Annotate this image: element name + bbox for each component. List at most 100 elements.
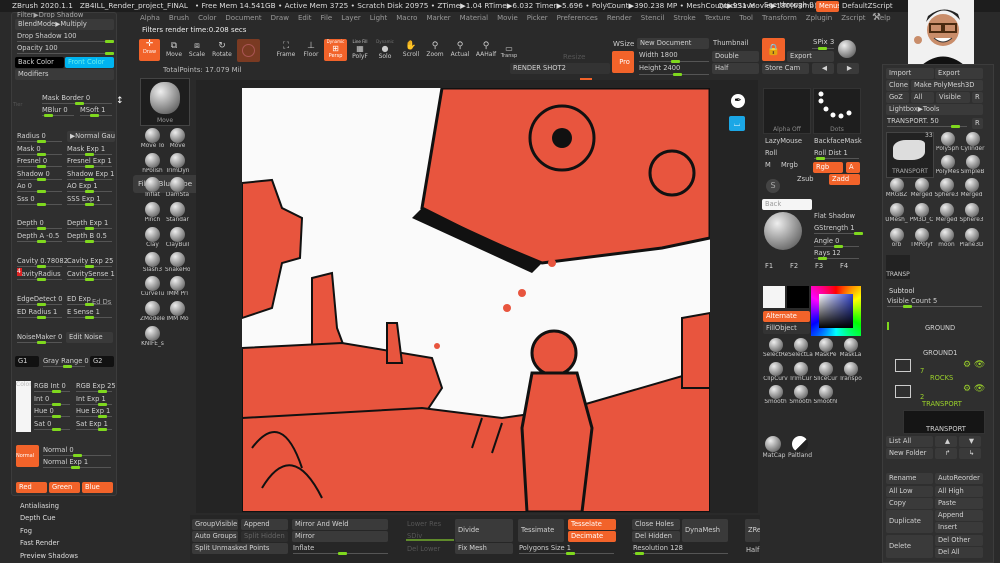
fix-mesh-button[interactable]: Fix Mesh <box>455 543 513 554</box>
slider-knob[interactable] <box>37 315 46 319</box>
opacity-slider-track[interactable] <box>17 52 114 55</box>
color-param-3-right-track[interactable] <box>76 427 112 431</box>
slider-knob[interactable] <box>37 202 46 206</box>
split-unmasked-button[interactable]: Split Unmasked Points <box>192 543 288 554</box>
roll-button[interactable]: Roll <box>765 148 777 158</box>
render-option-4[interactable]: Preview Shadows <box>20 551 78 561</box>
lock-icon[interactable]: 🔒 <box>762 38 785 61</box>
mblur-slider-track[interactable] <box>42 114 74 117</box>
g1-swatch[interactable]: G1 <box>15 356 39 367</box>
slider-knob[interactable] <box>338 552 347 555</box>
tool-item-1[interactable]: Cylinder <box>960 132 985 156</box>
cavity-param-1-left-track[interactable] <box>17 277 62 281</box>
menu-picker[interactable]: Picker <box>527 14 548 22</box>
filter-param-4-left-track[interactable] <box>17 190 62 193</box>
slider-knob[interactable] <box>63 365 72 368</box>
depth-param-1-left-track[interactable] <box>17 239 62 243</box>
normal-gauss-selector[interactable]: ▶Normal Gauss <box>67 131 115 142</box>
spotlight-icon[interactable]: S <box>766 179 780 193</box>
gear-icon[interactable]: ⚙ 👁 <box>963 384 985 394</box>
slider-knob[interactable] <box>98 427 107 431</box>
tool-2[interactable]: MaskPe <box>813 338 838 360</box>
rotate-button[interactable]: ↻ Rotate <box>211 41 233 58</box>
slider-knob[interactable] <box>85 239 94 243</box>
menu-edit[interactable]: Edit <box>298 14 312 22</box>
render-option-1[interactable]: Depth Cue <box>20 513 56 523</box>
front-color-button[interactable]: Front Color <box>65 57 114 68</box>
roll-dist-slider-track[interactable] <box>814 157 859 160</box>
tool-6[interactable]: SliceCur <box>813 361 838 384</box>
blendmode-selector[interactable]: BlendMode▶Multiply <box>15 19 114 30</box>
width-slider[interactable]: Width 1800 <box>639 50 678 60</box>
brush-11[interactable]: Slash3 <box>140 251 165 276</box>
filter-param-5-right-track[interactable] <box>67 202 112 206</box>
make-polymesh-button[interactable]: Make PolyMesh3D <box>911 80 983 91</box>
close-holes-button[interactable]: Close Holes <box>632 519 680 530</box>
brush-5[interactable]: Inflat <box>140 177 165 201</box>
color-param-2-right-track[interactable] <box>76 415 112 418</box>
tool-item-5[interactable]: Merged <box>909 178 934 202</box>
tool-7[interactable]: Transpo <box>838 361 863 384</box>
resize-button[interactable]: Resize <box>563 53 585 61</box>
move-down-button[interactable]: ▼ <box>959 436 981 447</box>
paste-button[interactable]: Paste <box>935 498 983 509</box>
slider-knob[interactable] <box>44 114 53 117</box>
color-param-2-left-track[interactable] <box>34 415 70 418</box>
move-up-button[interactable]: ▲ <box>935 436 957 447</box>
color-param-0-left-track[interactable] <box>34 390 70 393</box>
half-remesh-button[interactable]: Half <box>746 545 759 555</box>
tool-item-2[interactable]: PolyMes <box>935 155 960 179</box>
tool-1[interactable]: SelectLa <box>788 338 813 360</box>
brush-9[interactable]: Clay <box>140 226 165 251</box>
duplicate-button[interactable]: Duplicate <box>886 510 933 533</box>
menu-marker[interactable]: Marker <box>426 14 450 22</box>
alternate-button[interactable]: Alternate <box>763 311 810 322</box>
light-f4-button[interactable]: F4 <box>840 261 848 271</box>
subtool-item-ground1[interactable]: GROUND1 <box>923 348 957 358</box>
mask-border-slider-track[interactable] <box>42 102 112 105</box>
subtool-scroll[interactable] <box>887 322 889 330</box>
floor-button[interactable]: ⊥ Floor <box>300 41 322 58</box>
visible-count-slider-track[interactable] <box>887 305 982 308</box>
light-f2-button[interactable]: F2 <box>790 261 798 271</box>
menu-macro[interactable]: Macro <box>396 14 417 22</box>
visible-count-slider[interactable]: Visible Count 5 <box>887 296 982 306</box>
height-slider[interactable]: Height 2400 <box>639 63 680 73</box>
resolution-slider-track[interactable] <box>633 552 728 555</box>
menu-color[interactable]: Color <box>198 14 216 22</box>
filter-param-3-left-track[interactable] <box>17 177 62 181</box>
normal-slider-track[interactable] <box>43 454 111 457</box>
menu-tool[interactable]: Tool <box>739 14 753 22</box>
current-tool-slider-track[interactable] <box>887 125 967 128</box>
filter-param-2-left-track[interactable] <box>17 165 62 168</box>
polygons-size-slider-track[interactable] <box>519 552 614 555</box>
zremesher-button[interactable]: ZRer <box>745 519 760 542</box>
del-all-button[interactable]: Del All <box>935 547 983 558</box>
light-f1-button[interactable]: F1 <box>765 261 773 271</box>
import-button[interactable]: Import <box>886 68 934 79</box>
brush-1[interactable]: Move To <box>140 128 165 152</box>
depth-param-1-right-track[interactable] <box>67 239 112 243</box>
menu-file[interactable]: File <box>321 14 333 22</box>
scroll-button[interactable]: ✋ Scroll <box>400 41 422 58</box>
brush-4[interactable]: TrimDyn <box>165 152 190 177</box>
menu-brush[interactable]: Brush <box>169 14 189 22</box>
matcap-swatch[interactable] <box>765 436 781 452</box>
append-subtool-button[interactable]: Append <box>935 510 983 521</box>
arrow-right-up-button[interactable]: ↱ <box>935 448 957 459</box>
slider-knob[interactable] <box>90 114 99 117</box>
filter-param-5-left-track[interactable] <box>17 202 62 206</box>
groupvisible-button[interactable]: GroupVisible <box>192 519 238 530</box>
gstrength-slider-track[interactable] <box>814 232 863 235</box>
color-param-1-left-track[interactable] <box>34 402 70 406</box>
normal-swatch[interactable]: Normal <box>16 445 39 467</box>
arrow-down-right-button[interactable]: ↳ <box>959 448 981 459</box>
all-high-button[interactable]: All High <box>935 486 983 497</box>
brush-3[interactable]: hPolish <box>140 152 165 177</box>
thumbnail-button[interactable]: Thumbnail <box>713 38 748 48</box>
tool-item-4[interactable]: MRGBZ <box>884 178 909 202</box>
flat-shadow-button[interactable]: Flat Shadow <box>814 211 855 221</box>
render-option-2[interactable]: Fog <box>20 526 32 536</box>
slider-knob[interactable] <box>854 232 863 235</box>
menus-button[interactable]: Menus <box>816 1 839 12</box>
